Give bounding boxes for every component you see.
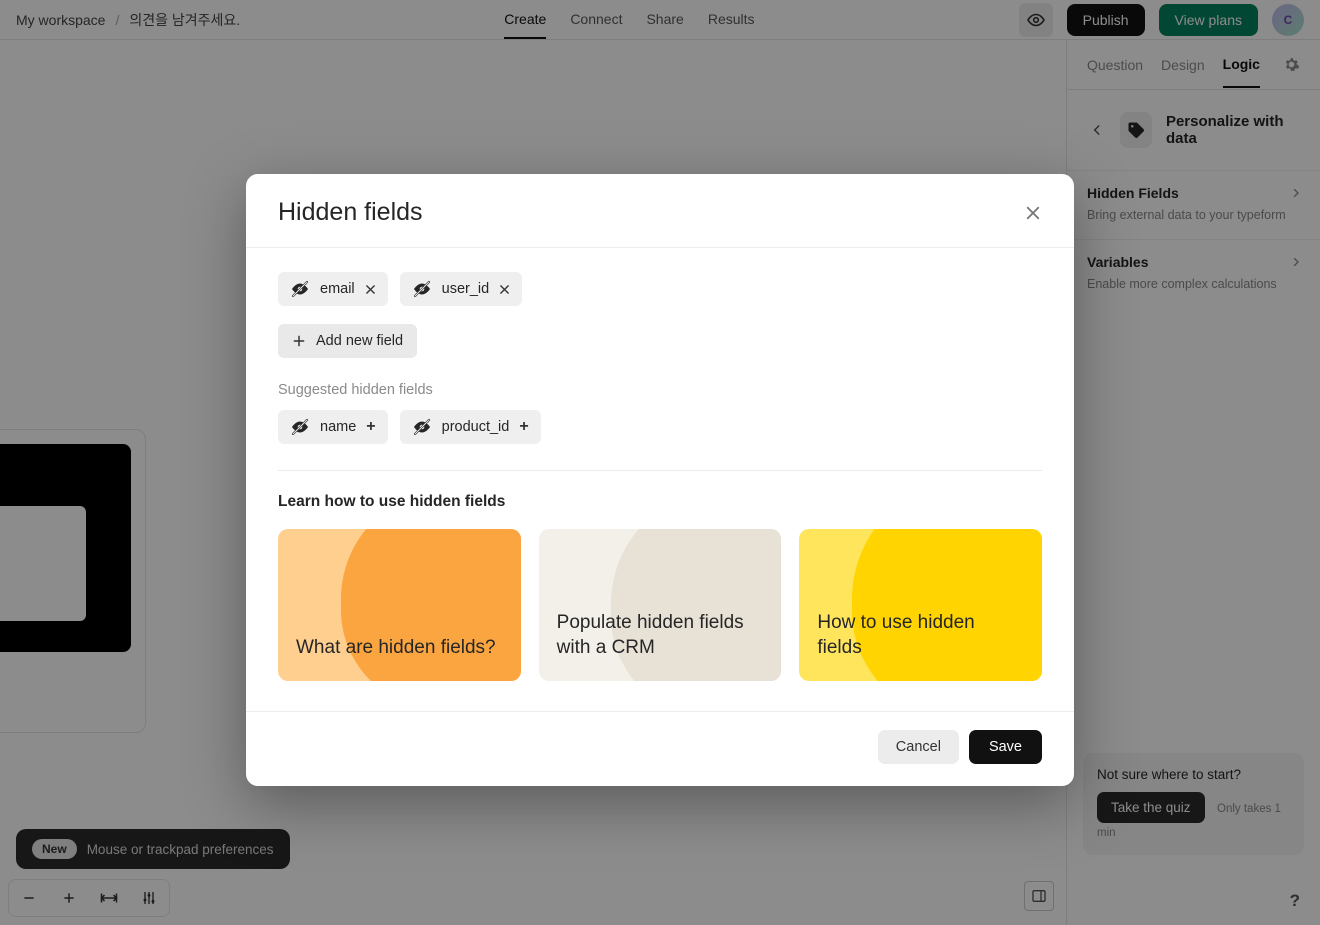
add-icon: + — [366, 418, 375, 436]
add-field-button[interactable]: Add new field — [278, 324, 417, 358]
learn-heading: Learn how to use hidden fields — [278, 493, 1042, 511]
hidden-icon — [290, 279, 310, 299]
modal-title: Hidden fields — [278, 198, 423, 227]
plus-icon — [292, 334, 306, 348]
learn-card-title: Populate hidden fields with a CRM — [557, 610, 764, 681]
chip-label: email — [320, 281, 355, 297]
chip-label: user_id — [442, 281, 490, 297]
learn-cards: What are hidden fields? Populate hidden … — [278, 529, 1042, 681]
modal-close-button[interactable] — [1024, 204, 1042, 222]
chip-remove-button[interactable] — [365, 284, 376, 295]
add-field-label: Add new field — [316, 333, 403, 349]
suggested-chip[interactable]: name + — [278, 410, 388, 444]
hidden-fields-modal: Hidden fields email user_id A — [246, 174, 1074, 786]
save-button[interactable]: Save — [969, 730, 1042, 764]
suggested-heading: Suggested hidden fields — [278, 382, 1042, 398]
modal-footer: Cancel Save — [246, 711, 1074, 786]
chip-remove-button[interactable] — [499, 284, 510, 295]
hidden-icon — [412, 279, 432, 299]
chip-label: name — [320, 419, 356, 435]
close-icon — [499, 284, 510, 295]
add-icon: + — [519, 418, 528, 436]
divider — [278, 470, 1042, 471]
suggested-chip[interactable]: product_id + — [400, 410, 541, 444]
close-icon — [365, 284, 376, 295]
hidden-field-chips: email user_id — [278, 272, 1042, 306]
hidden-field-chip: email — [278, 272, 388, 306]
learn-card-title: What are hidden fields? — [296, 635, 496, 681]
cancel-button[interactable]: Cancel — [878, 730, 959, 764]
hidden-icon — [412, 417, 432, 437]
learn-card-crm[interactable]: Populate hidden fields with a CRM — [539, 529, 782, 681]
learn-card-title: How to use hidden fields — [817, 610, 1024, 681]
hidden-icon — [290, 417, 310, 437]
learn-card-what[interactable]: What are hidden fields? — [278, 529, 521, 681]
hidden-field-chip: user_id — [400, 272, 523, 306]
close-icon — [1024, 204, 1042, 222]
chip-label: product_id — [442, 419, 510, 435]
learn-card-how[interactable]: How to use hidden fields — [799, 529, 1042, 681]
suggested-chips: name + product_id + — [278, 410, 1042, 444]
